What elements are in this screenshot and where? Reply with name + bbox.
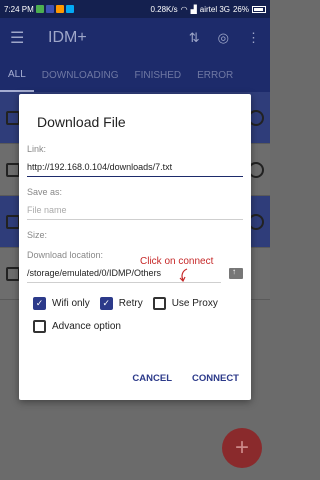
checkbox-checked-icon: ✓ [99,297,113,310]
use-proxy-checkbox[interactable]: Use Proxy [152,297,218,310]
advance-option-checkbox[interactable]: Advance option [33,320,121,333]
wifi-only-checkbox[interactable]: ✓ Wifi only [33,297,90,310]
advance-option-label: Advance option [52,321,121,332]
cancel-button[interactable]: CANCEL [132,373,172,384]
status-time: 7:24 PM [4,4,34,14]
tab-downloading[interactable]: DOWNLOADING [34,58,127,92]
app-title: IDM+ [48,29,87,46]
retry-checkbox[interactable]: ✓ Retry [99,297,143,310]
file-icon [6,162,20,177]
file-icon [6,214,20,229]
carrier-name: airtel 3G [199,4,230,14]
annotation-arrow-icon [179,268,188,282]
menu-icon[interactable]: ☰ [10,28,30,48]
download-file-dialog: Download File Link: http://192.168.0.104… [19,94,251,400]
more-icon[interactable]: ⋮ [247,30,260,46]
checkbox-empty-icon [33,320,46,333]
tab-all[interactable]: ALL [0,58,34,92]
checkbox-empty-icon [152,297,166,310]
tab-error[interactable]: ERROR [189,58,241,92]
wifi-only-label: Wifi only [52,298,90,309]
tab-bar: ALL DOWNLOADING FINISHED ERROR [0,58,270,92]
link-label: Link: [27,144,47,154]
app-notification-icon [45,5,54,13]
filename-input[interactable]: File name [27,199,243,220]
plus-icon: + [234,434,249,461]
app-notification-icon [65,5,74,13]
app-bar: ☰ IDM+ ⇅ ◎ ⋮ [0,18,270,58]
status-bar: 7:24 PM 0.28K/s ◠ ▟ airtel 3G 26% [0,0,270,18]
wifi-icon: ◠ [180,4,188,14]
annotation-text: Click on connect [140,256,214,267]
file-icon [6,110,20,125]
folder-upload-icon[interactable] [229,267,243,279]
app-notification-icon [35,5,44,13]
checkbox-checked-icon: ✓ [33,297,46,310]
battery-icon [252,5,266,13]
battery-percent: 26% [232,4,249,14]
signal-icon: ▟ [190,4,197,14]
retry-label: Retry [118,298,143,309]
size-label: Size: [27,230,48,240]
tab-finished[interactable]: FINISHED [126,58,189,92]
app-notification-icon [55,5,64,13]
use-proxy-label: Use Proxy [171,298,218,309]
connect-button[interactable]: CONNECT [192,373,239,384]
sort-icon[interactable]: ⇅ [189,30,200,46]
saveas-label: Save as: [27,187,63,197]
file-icon [6,266,20,281]
browser-icon[interactable]: ◎ [218,30,229,46]
dialog-title: Download File [37,114,126,130]
link-input[interactable]: http://192.168.0.104/downloads/7.txt [27,156,243,177]
add-download-fab[interactable]: + [222,428,262,468]
network-speed: 0.28K/s [150,4,178,14]
